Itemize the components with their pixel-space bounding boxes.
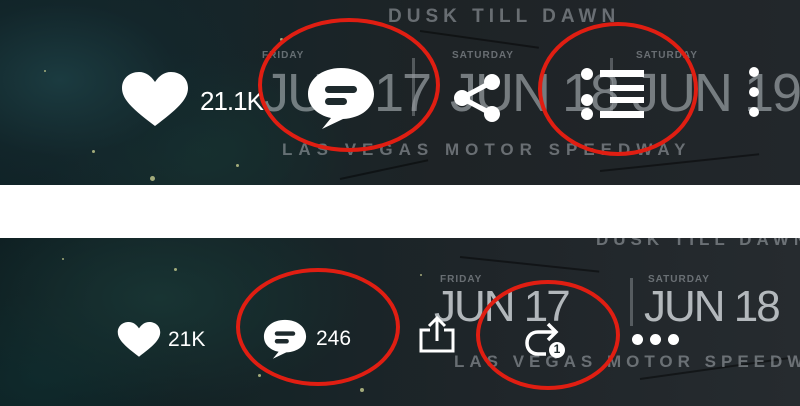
like-count: 21.1K [200, 86, 264, 116]
poster-headline: DUSK TILL DAWN [596, 238, 800, 249]
more-vertical-icon[interactable] [746, 64, 762, 124]
like-button[interactable]: 21K [116, 320, 220, 360]
poster-headline: DUSK TILL DAWN [388, 6, 621, 27]
top-toolbar-screenshot: DUSK TILL DAWN FRIDAY SATURDAY SATURDAY … [0, 0, 800, 185]
like-button[interactable]: 21.1K [120, 70, 270, 126]
like-count: 21K [168, 328, 206, 351]
heart-icon [117, 322, 161, 357]
highlight-circle [476, 280, 620, 390]
poster-divider [630, 278, 633, 326]
highlight-circle [236, 268, 400, 386]
upload-share-icon[interactable] [418, 316, 456, 354]
heart-icon [122, 72, 188, 126]
poster-date: JUN 18 [644, 282, 781, 331]
bottom-toolbar-screenshot: DUSK TILL DAWN FRIDAY SATURDAY JUN 17 JU… [0, 238, 800, 406]
poster-day-label: SATURDAY [452, 50, 514, 61]
highlight-circle [538, 22, 698, 156]
highlight-circle [258, 18, 440, 152]
more-horizontal-icon[interactable] [630, 332, 682, 346]
share-icon[interactable] [452, 72, 504, 124]
